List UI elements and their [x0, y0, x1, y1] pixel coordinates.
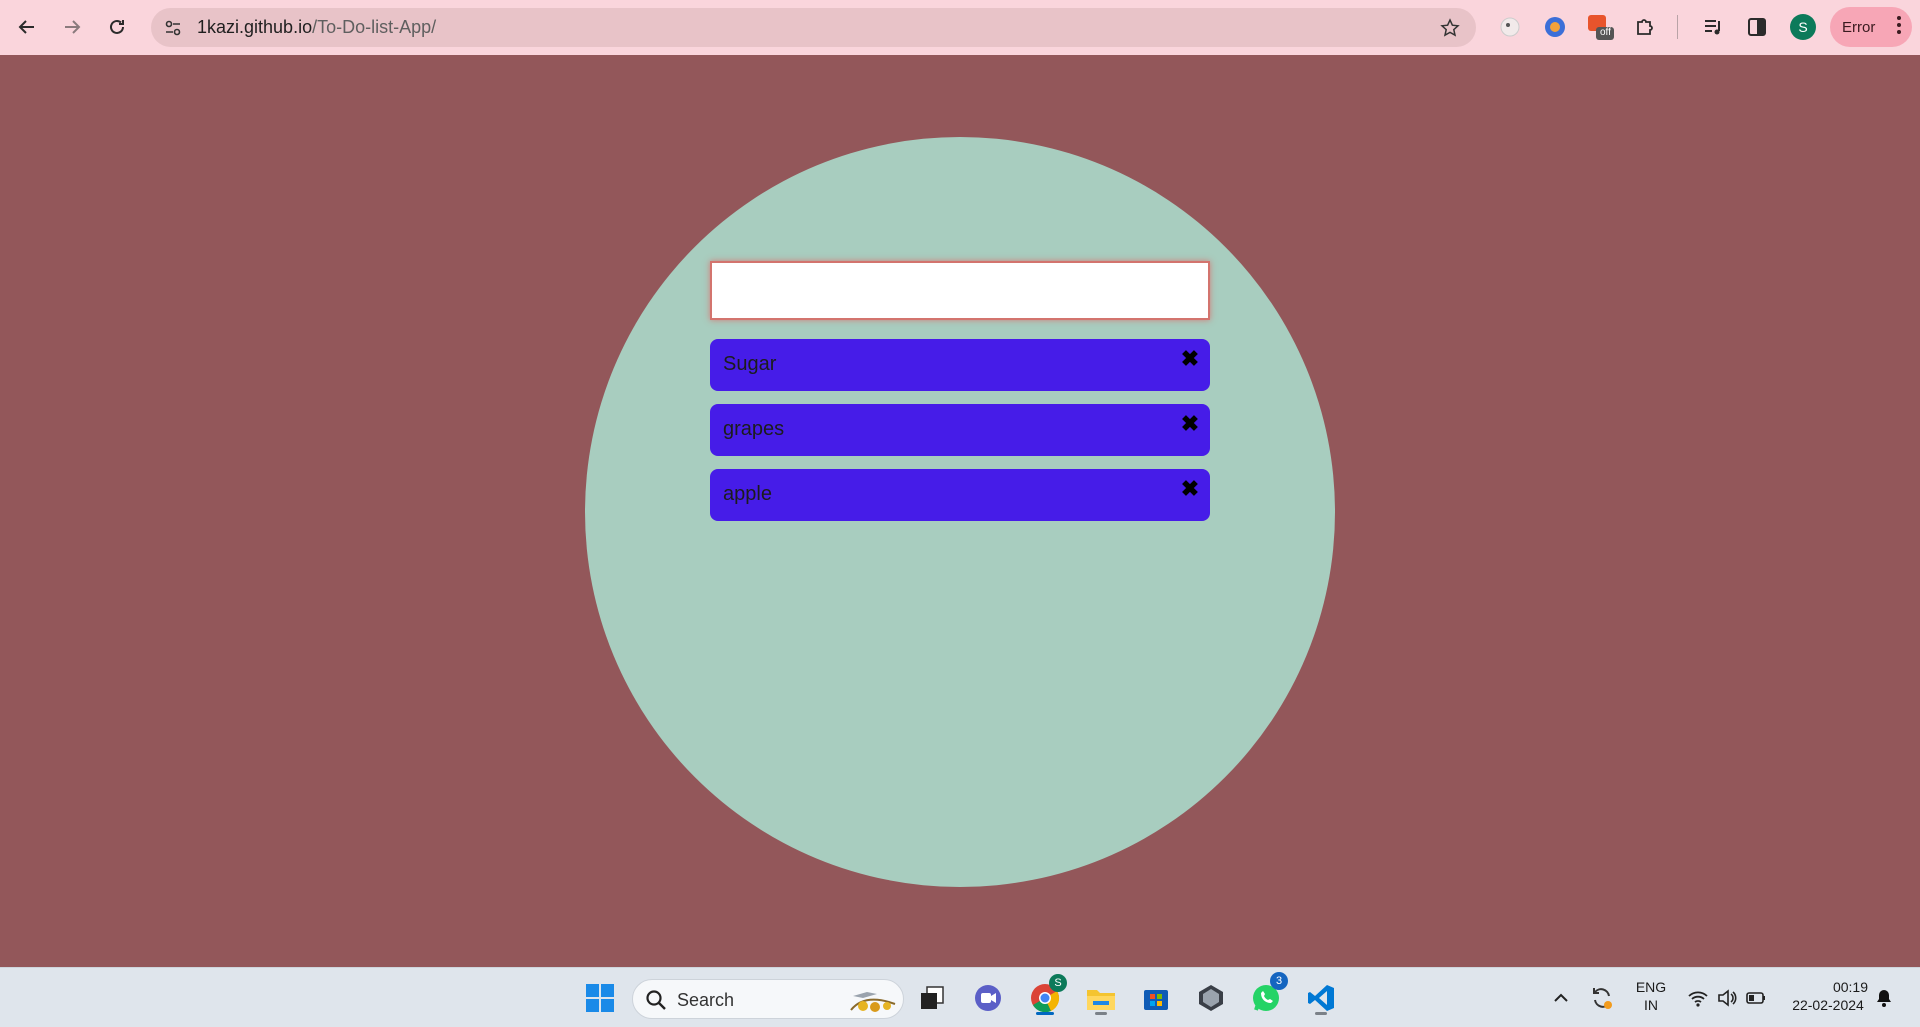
forward-button[interactable] — [55, 10, 89, 44]
browser-toolbar: 1kazi.github.io/To-Do-list-App/ off S Er… — [0, 0, 1920, 55]
whatsapp-icon[interactable]: 3 — [1246, 972, 1288, 1018]
vscode-icon[interactable] — [1301, 978, 1341, 1018]
taskbar-search-label: Search — [677, 990, 735, 1010]
microsoft-store-icon[interactable] — [1136, 978, 1176, 1018]
profile-avatar[interactable]: S — [1790, 14, 1816, 40]
sync-status-icon[interactable] — [1582, 978, 1622, 1018]
whatsapp-notification-badge: 3 — [1270, 972, 1288, 990]
close-icon[interactable]: ✖ — [1180, 348, 1200, 370]
site-settings-icon[interactable] — [161, 16, 185, 40]
todo-item-label: Sugar — [723, 353, 777, 375]
notification-bell-icon[interactable] — [1864, 978, 1904, 1018]
back-button[interactable] — [10, 10, 44, 44]
running-indicator — [1315, 1012, 1327, 1015]
menu-dots-icon — [1896, 16, 1902, 34]
taskbar-search-box[interactable]: Search — [632, 979, 904, 1019]
language-indicator[interactable]: ENG IN — [1628, 978, 1674, 1014]
chrome-extension-icon[interactable] — [1540, 12, 1570, 42]
battery-icon[interactable] — [1736, 978, 1776, 1018]
back-arrow-icon — [18, 20, 34, 34]
toolbar-divider — [1677, 15, 1678, 39]
clock[interactable]: 00:19 22-02-2024 — [1782, 978, 1874, 1014]
close-icon[interactable]: ✖ — [1180, 478, 1200, 500]
teams-meet-icon[interactable] — [968, 978, 1008, 1018]
file-explorer-icon[interactable] — [1081, 978, 1121, 1018]
windows-taskbar: Search S 3 ENG IN 00:19 22-02-2024 — [0, 967, 1920, 1027]
off-badge-label: off — [1600, 27, 1611, 38]
chrome-profile-badge: S — [1049, 974, 1067, 992]
reload-icon — [110, 19, 124, 34]
error-button[interactable]: Error — [1830, 7, 1912, 47]
todo-item[interactable]: Sugar ✖ — [710, 339, 1210, 391]
reload-button[interactable] — [100, 10, 134, 44]
search-highlight-icon — [850, 992, 896, 1012]
url-path: /To-Do-list-App/ — [312, 17, 437, 37]
clock-time: 00:19 — [1832, 979, 1868, 995]
off-extension-icon[interactable]: off — [1585, 12, 1615, 42]
url-text[interactable]: 1kazi.github.io/To-Do-list-App/ — [197, 17, 436, 38]
obs-like-app-icon[interactable] — [1191, 978, 1231, 1018]
todo-item[interactable]: grapes ✖ — [710, 404, 1210, 456]
todo-list: Sugar ✖ grapes ✖ apple ✖ — [710, 339, 1210, 534]
puzzle-icon[interactable] — [1630, 12, 1660, 42]
side-panel-icon[interactable] — [1742, 12, 1772, 42]
todo-item[interactable]: apple ✖ — [710, 469, 1210, 521]
error-label: Error — [1842, 18, 1876, 36]
forward-arrow-icon — [65, 20, 81, 34]
url-host: 1kazi.github.io — [197, 17, 313, 37]
todo-input[interactable] — [710, 261, 1210, 320]
todo-item-label: apple — [723, 483, 772, 505]
search-icon — [646, 990, 666, 1010]
bookmark-star-icon[interactable] — [1438, 16, 1462, 40]
media-control-icon[interactable] — [1698, 12, 1728, 42]
running-indicator — [1095, 1012, 1107, 1015]
todo-item-label: grapes — [723, 418, 785, 440]
extension-icon[interactable] — [1495, 12, 1525, 42]
chrome-taskbar-icon[interactable]: S — [1025, 974, 1067, 1018]
chevron-up-icon[interactable] — [1541, 978, 1581, 1018]
region-label: IN — [1644, 997, 1658, 1013]
windows-start-icon[interactable] — [580, 978, 620, 1018]
address-bar[interactable]: 1kazi.github.io/To-Do-list-App/ — [151, 8, 1476, 47]
running-indicator — [1036, 1012, 1054, 1015]
task-view-icon[interactable] — [912, 978, 952, 1018]
close-icon[interactable]: ✖ — [1180, 413, 1200, 435]
language-label: ENG — [1635, 979, 1667, 995]
clock-date: 22-02-2024 — [1792, 997, 1864, 1013]
